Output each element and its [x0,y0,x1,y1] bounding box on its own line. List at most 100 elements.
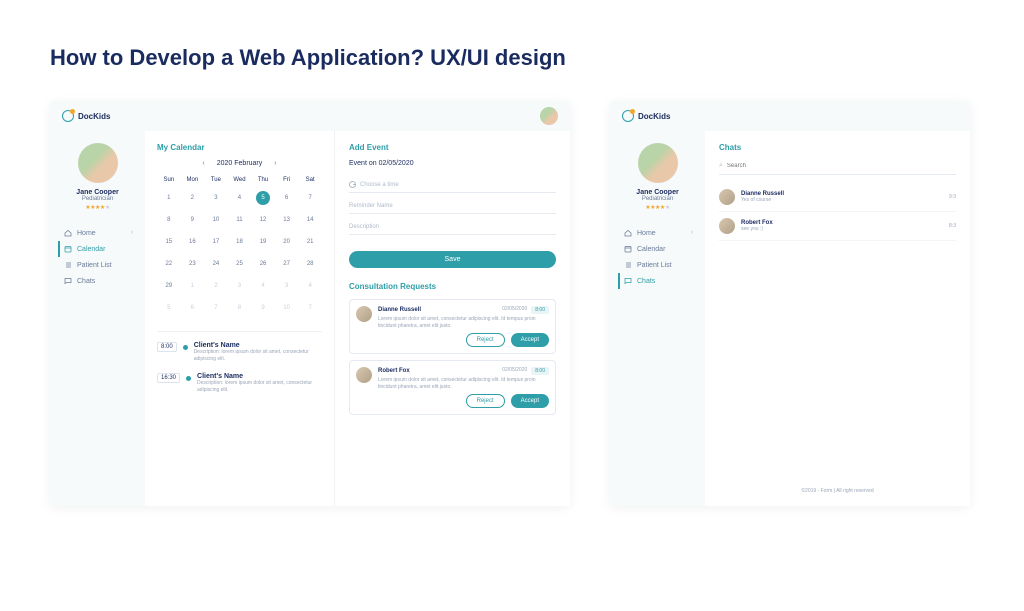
consult-name: Dianne Russell [378,307,421,313]
cal-row: 891011121314 [157,209,322,231]
calendar-period: 2020 February [217,160,263,167]
dot-icon [186,376,191,381]
calendar-next-button[interactable]: › [274,160,276,167]
reject-button[interactable]: Reject [466,394,505,408]
nav-home-label: Home [77,230,96,237]
consult-name: Robert Fox [378,368,410,374]
nav-chats[interactable]: Chats [618,273,697,289]
consult-time-badge: 8:00 [531,367,549,375]
chat-list-item[interactable]: Dianne Russell Yes of course 9:3 [719,183,956,212]
nav-chats-label: Chats [637,278,655,285]
chats-search[interactable]: ⌕ [719,160,956,175]
chat-time: 8:3 [949,223,956,229]
avatar [719,218,735,234]
consult-date: 02/05/2020 [502,367,527,375]
nav-home[interactable]: Home › [58,225,137,241]
save-button[interactable]: Save [349,251,556,268]
add-event-title: Add Event [349,143,556,152]
calendar-icon [624,245,632,253]
profile-name: Jane Cooper [76,189,118,196]
consult-desc: Lorem ipsum dolor sit amet, consectetur … [378,377,549,390]
day-head: Mon [181,173,205,187]
avatar [356,306,372,322]
cal-row: 29123434 [157,275,322,297]
accept-button[interactable]: Accept [511,394,549,408]
day-head: Tue [204,173,228,187]
event-item[interactable]: 8:00 Client's Name Description: lorem ip… [157,342,322,363]
sidebar: Jane Cooper Pediatrician ★★★★★ Home › Ca… [50,131,145,506]
brand-logo-icon [622,110,634,122]
nav-patient-list[interactable]: Patient List [58,257,137,273]
placeholder: Choose a time [360,182,399,188]
day-head: Sun [157,173,181,187]
home-icon [64,229,72,237]
nav-patient-list-label: Patient List [77,262,112,269]
cal-row: 15161718192021 [157,231,322,253]
consult-date: 02/05/2020 [502,306,527,314]
search-input[interactable] [727,163,956,169]
event-name: Client's Name [197,373,322,380]
brand: DocKids [622,110,670,122]
sidebar: Jane Cooper Pediatrician ★★★★★ Home › Ca… [610,131,705,506]
topbar: DocKids [50,101,570,131]
consult-desc: Lorem ipsum dolor sit amet, consectetur … [378,316,549,329]
brand-name: DocKids [638,112,670,121]
chat-list-item[interactable]: Robert Fox see you :) 8:3 [719,212,956,241]
chat-preview: see you :) [741,226,943,232]
chat-preview: Yes of course [741,197,943,203]
profile-avatar[interactable] [638,143,678,183]
nav-calendar[interactable]: Calendar [618,241,697,257]
avatar [356,367,372,383]
add-event-time-field[interactable]: Choose a time [349,177,556,193]
consult-time-badge: 8:00 [531,306,549,314]
profile-avatar[interactable] [78,143,118,183]
profile-rating: ★★★★★ [645,204,669,211]
brand: DocKids [62,110,110,122]
topbar: DocKids [610,101,970,131]
nav-calendar[interactable]: Calendar [58,241,137,257]
list-icon [64,261,72,269]
event-desc: Description: lorem ipsum dolor sit amet,… [194,349,322,363]
add-event-description-field[interactable]: Description [349,220,556,235]
profile-rating: ★★★★★ [85,204,109,211]
nav-calendar-label: Calendar [637,246,665,253]
nav-patient-list[interactable]: Patient List [618,257,697,273]
placeholder: Reminder Name [349,203,393,209]
chats-title: Chats [719,143,956,152]
day-head: Sat [298,173,322,187]
event-item[interactable]: 16:30 Client's Name Description: lorem i… [157,373,322,394]
home-icon [624,229,632,237]
calendar-prev-button[interactable]: ‹ [202,160,204,167]
calendar-title: My Calendar [157,143,322,152]
calendar-icon [64,245,72,253]
consultation-card: Dianne Russell 02/05/2020 8:00 Lorem ipsu… [349,299,556,354]
add-event-reminder-field[interactable]: Reminder Name [349,199,556,214]
nav-home[interactable]: Home › [618,225,697,241]
footer-text: ©2019 - Form | All right reserved [719,480,956,494]
chat-icon [64,277,72,285]
nav-chats[interactable]: Chats [58,273,137,289]
reject-button[interactable]: Reject [466,333,505,347]
app-screen-calendar: DocKids Jane Cooper Pediatrician ★★★★★ H… [50,101,570,506]
page-title: How to Develop a Web Application? UX/UI … [50,45,1024,71]
calendar-grid: Sun Mon Tue Wed Thu Fri Sat 1234567 8910… [157,173,322,319]
day-head: Thu [251,173,275,187]
event-name: Client's Name [194,342,322,349]
placeholder: Description [349,224,379,230]
avatar [719,189,735,205]
event-time: 16:30 [157,373,180,383]
search-icon: ⌕ [719,162,723,170]
day-head: Wed [228,173,252,187]
day-head: Fri [275,173,299,187]
chat-time: 9:3 [949,194,956,200]
brand-name: DocKids [78,112,110,121]
cal-row: 56789107 [157,297,322,319]
clock-icon [349,181,356,188]
add-event-date: Event on 02/05/2020 [349,160,556,167]
chevron-right-icon: › [131,230,133,236]
topbar-avatar[interactable] [540,107,558,125]
nav-home-label: Home [637,230,656,237]
list-icon [624,261,632,269]
profile-name: Jane Cooper [636,189,678,196]
accept-button[interactable]: Accept [511,333,549,347]
